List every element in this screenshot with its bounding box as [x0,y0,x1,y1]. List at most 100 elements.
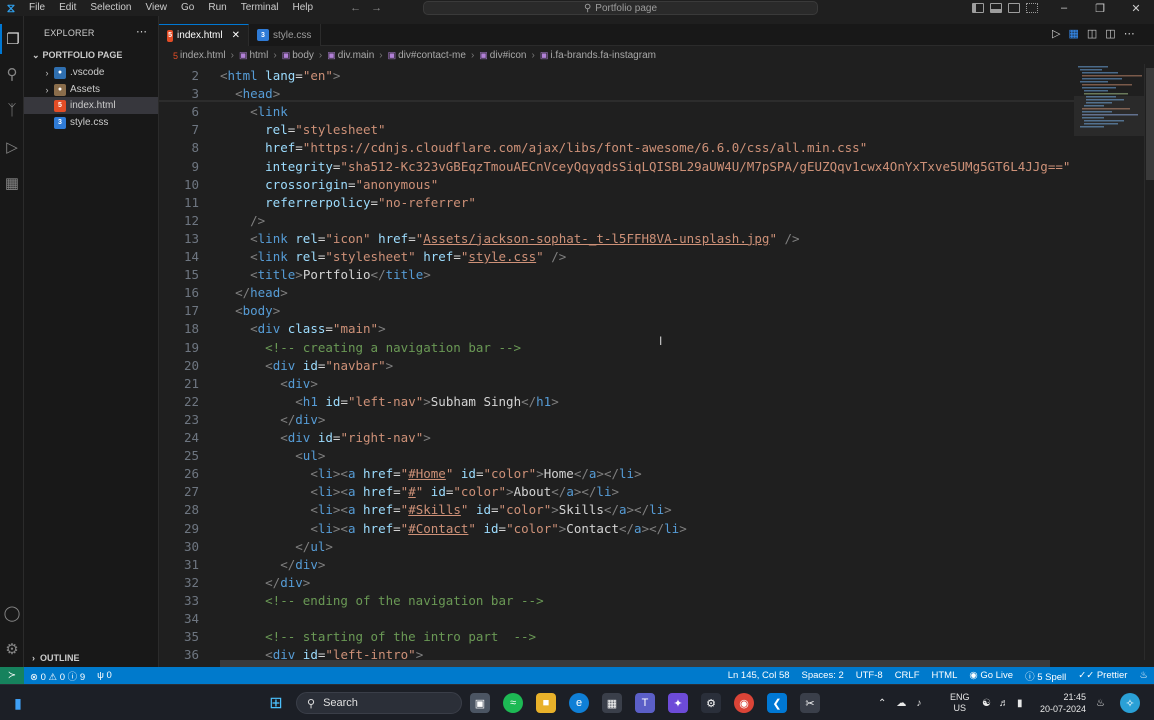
widgets-icon[interactable]: ▮ [8,693,28,713]
store-icon[interactable]: ▦ [602,693,622,713]
toggle-secondary-sidebar-icon[interactable] [1008,3,1020,13]
code-line[interactable]: <body> [220,302,280,320]
remote-indicator-icon[interactable]: ≻ [0,667,24,684]
code-line[interactable]: rel="stylesheet" [220,121,385,139]
code-line[interactable]: </div> [220,556,325,574]
line-ending[interactable]: CRLF [889,670,926,681]
code-line[interactable]: <div> [220,375,318,393]
close-window-icon[interactable]: ✕ [1118,0,1154,16]
explorer-icon[interactable]: ❐ [0,24,24,54]
breadcrumb-item[interactable]: i.fa-brands.fa-instagram [550,50,656,61]
restore-icon[interactable]: ❐ [1082,0,1118,16]
source-control-icon[interactable]: ᛉ [0,95,24,125]
tree-item-vscode[interactable]: › ● .vscode [24,64,158,81]
menu-edit[interactable]: Edit [52,0,83,16]
breadcrumb-item[interactable]: index.html [180,50,226,61]
code-line[interactable]: <div class="main"> [220,320,386,338]
code-line[interactable]: href="https://cdnjs.cloudflare.com/ajax/… [220,139,867,157]
problems-indicator[interactable]: ⊗ 0 ⚠ 0 ⓘ 9 [24,669,91,683]
code-line[interactable]: referrerpolicy="no-referrer" [220,194,476,212]
ports-indicator[interactable]: ψ 0 [91,670,118,681]
code-line[interactable]: <link rel="icon" href="Assets/jackson-so… [220,230,799,248]
breadcrumb-item[interactable]: div.main [338,50,375,61]
command-center[interactable]: ⚲ Portfolio page [423,1,818,15]
code-line[interactable]: <!-- starting of the intro part --> [220,628,536,646]
breadcrumb-item[interactable]: div#icon [490,50,527,61]
compare-icon[interactable]: ◫ [1087,27,1097,40]
minimap[interactable] [1074,64,1144,660]
code-line[interactable]: </head> [220,284,288,302]
code-editor[interactable]: 2 3 6 7 8 9 10 11 12 13 14 15 16 17 18 19 20 21 22 23 24 25 26… [159,64,1074,660]
prettier-indicator[interactable]: ✓✓ Prettier [1072,670,1133,681]
tree-item-style-css[interactable]: 3 style.css [24,114,158,131]
quick-settings[interactable]: ☯ ♬ ▮ [982,685,1022,720]
settings-app-icon[interactable]: ⚙ [701,693,721,713]
outline-section[interactable]: › OUTLINE [32,653,80,663]
back-arrow-icon[interactable]: ← [350,2,361,14]
code-line[interactable]: <link rel="stylesheet" href="style.css" … [220,248,566,266]
chevron-up-icon[interactable]: ⌃ [878,698,886,709]
go-live-button[interactable]: ◉ Go Live [963,670,1019,681]
accounts-icon[interactable]: ◯ [0,598,24,628]
code-line[interactable]: <!-- creating a navigation bar --> [220,339,521,357]
code-line[interactable]: <div id="navbar"> [220,357,393,375]
menu-go[interactable]: Go [174,0,201,16]
toggle-panel-icon[interactable] [990,3,1002,13]
cursor-position[interactable]: Ln 145, Col 58 [722,670,796,681]
cloud-icon[interactable]: ☁ [896,698,906,709]
code-line[interactable]: <html lang="en"> [220,67,340,85]
task-view-icon[interactable]: ▣ [470,693,490,713]
tab-style-css[interactable]: 3 style.css [249,24,321,46]
code-line[interactable]: <link [220,103,288,121]
notification-icon[interactable]: ♨ [1096,685,1105,720]
code-line[interactable]: </div> [220,574,310,592]
vertical-scrollbar[interactable] [1144,64,1154,660]
menu-view[interactable]: View [139,0,175,16]
toggle-sidebar-icon[interactable] [972,3,984,13]
language-indicator[interactable]: ENG US [950,685,970,720]
tab-index-html[interactable]: 5 index.html ✕ [159,24,249,46]
menu-help[interactable]: Help [286,0,321,16]
code-line[interactable]: <li><a href="#Contact" id="color">Contac… [220,520,686,538]
clock[interactable]: 21:45 20-07-2024 [1040,685,1086,720]
encoding[interactable]: UTF-8 [850,670,889,681]
scroll-thumb[interactable] [1146,68,1154,180]
teams-icon[interactable]: T [635,693,655,713]
indentation[interactable]: Spaces: 2 [796,670,850,681]
snipping-tool-icon[interactable]: ✂ [800,693,820,713]
vscode-taskbar-icon[interactable]: ❮ [767,693,787,713]
code-line[interactable]: </ul> [220,538,333,556]
file-explorer-icon[interactable]: ■ [536,693,556,713]
split-editor-icon[interactable]: ◫ [1105,27,1115,40]
code-line[interactable]: <h1 id="left-nav">Subham Singh</h1> [220,393,558,411]
menu-run[interactable]: Run [201,0,233,16]
language-mode[interactable]: HTML [926,670,964,681]
tree-item-assets[interactable]: › ● Assets [24,81,158,98]
close-tab-icon[interactable]: ✕ [232,30,240,41]
code-line[interactable]: <li><a href="#Home" id="color">Home</a><… [220,465,641,483]
extensions-icon[interactable]: ▦ [0,168,24,198]
tree-item-index-html[interactable]: 5 index.html [24,97,158,114]
code-line[interactable]: /> [220,212,265,230]
breadcrumb-item[interactable]: body [292,50,314,61]
chrome-icon[interactable]: ◉ [734,693,754,713]
run-debug-icon[interactable]: ▷ [0,132,24,162]
go-live-editor-icon[interactable]: ▦ [1068,27,1078,40]
horizontal-scrollbar[interactable] [220,660,1050,667]
workspace-root[interactable]: ⌄ PORTFOLIO PAGE [32,50,122,61]
taskbar-search[interactable]: ⚲ Search [296,692,462,714]
breadcrumb-item[interactable]: html [249,50,268,61]
edge-icon[interactable]: e [569,693,589,713]
code-line[interactable]: <li><a href="#Skills" id="color">Skills<… [220,501,671,519]
more-actions-icon[interactable]: ⋯ [1124,27,1135,40]
code-line[interactable]: <li><a href="#" id="color">About</a></li… [220,483,619,501]
menu-file[interactable]: File [22,0,52,16]
menu-selection[interactable]: Selection [83,0,138,16]
spell-check-indicator[interactable]: ⓘ 5 Spell [1019,669,1072,683]
code-line[interactable]: integrity="sha512-Kc323vGBEqzTmouAECnVce… [220,158,1070,176]
code-line[interactable]: <title>Portfolio</title> [220,266,431,284]
customize-layout-icon[interactable] [1026,3,1038,13]
search-icon[interactable]: ⚲ [0,59,24,89]
more-actions-icon[interactable]: ⋯ [136,25,147,38]
spotify-icon[interactable]: ≈ [503,693,523,713]
